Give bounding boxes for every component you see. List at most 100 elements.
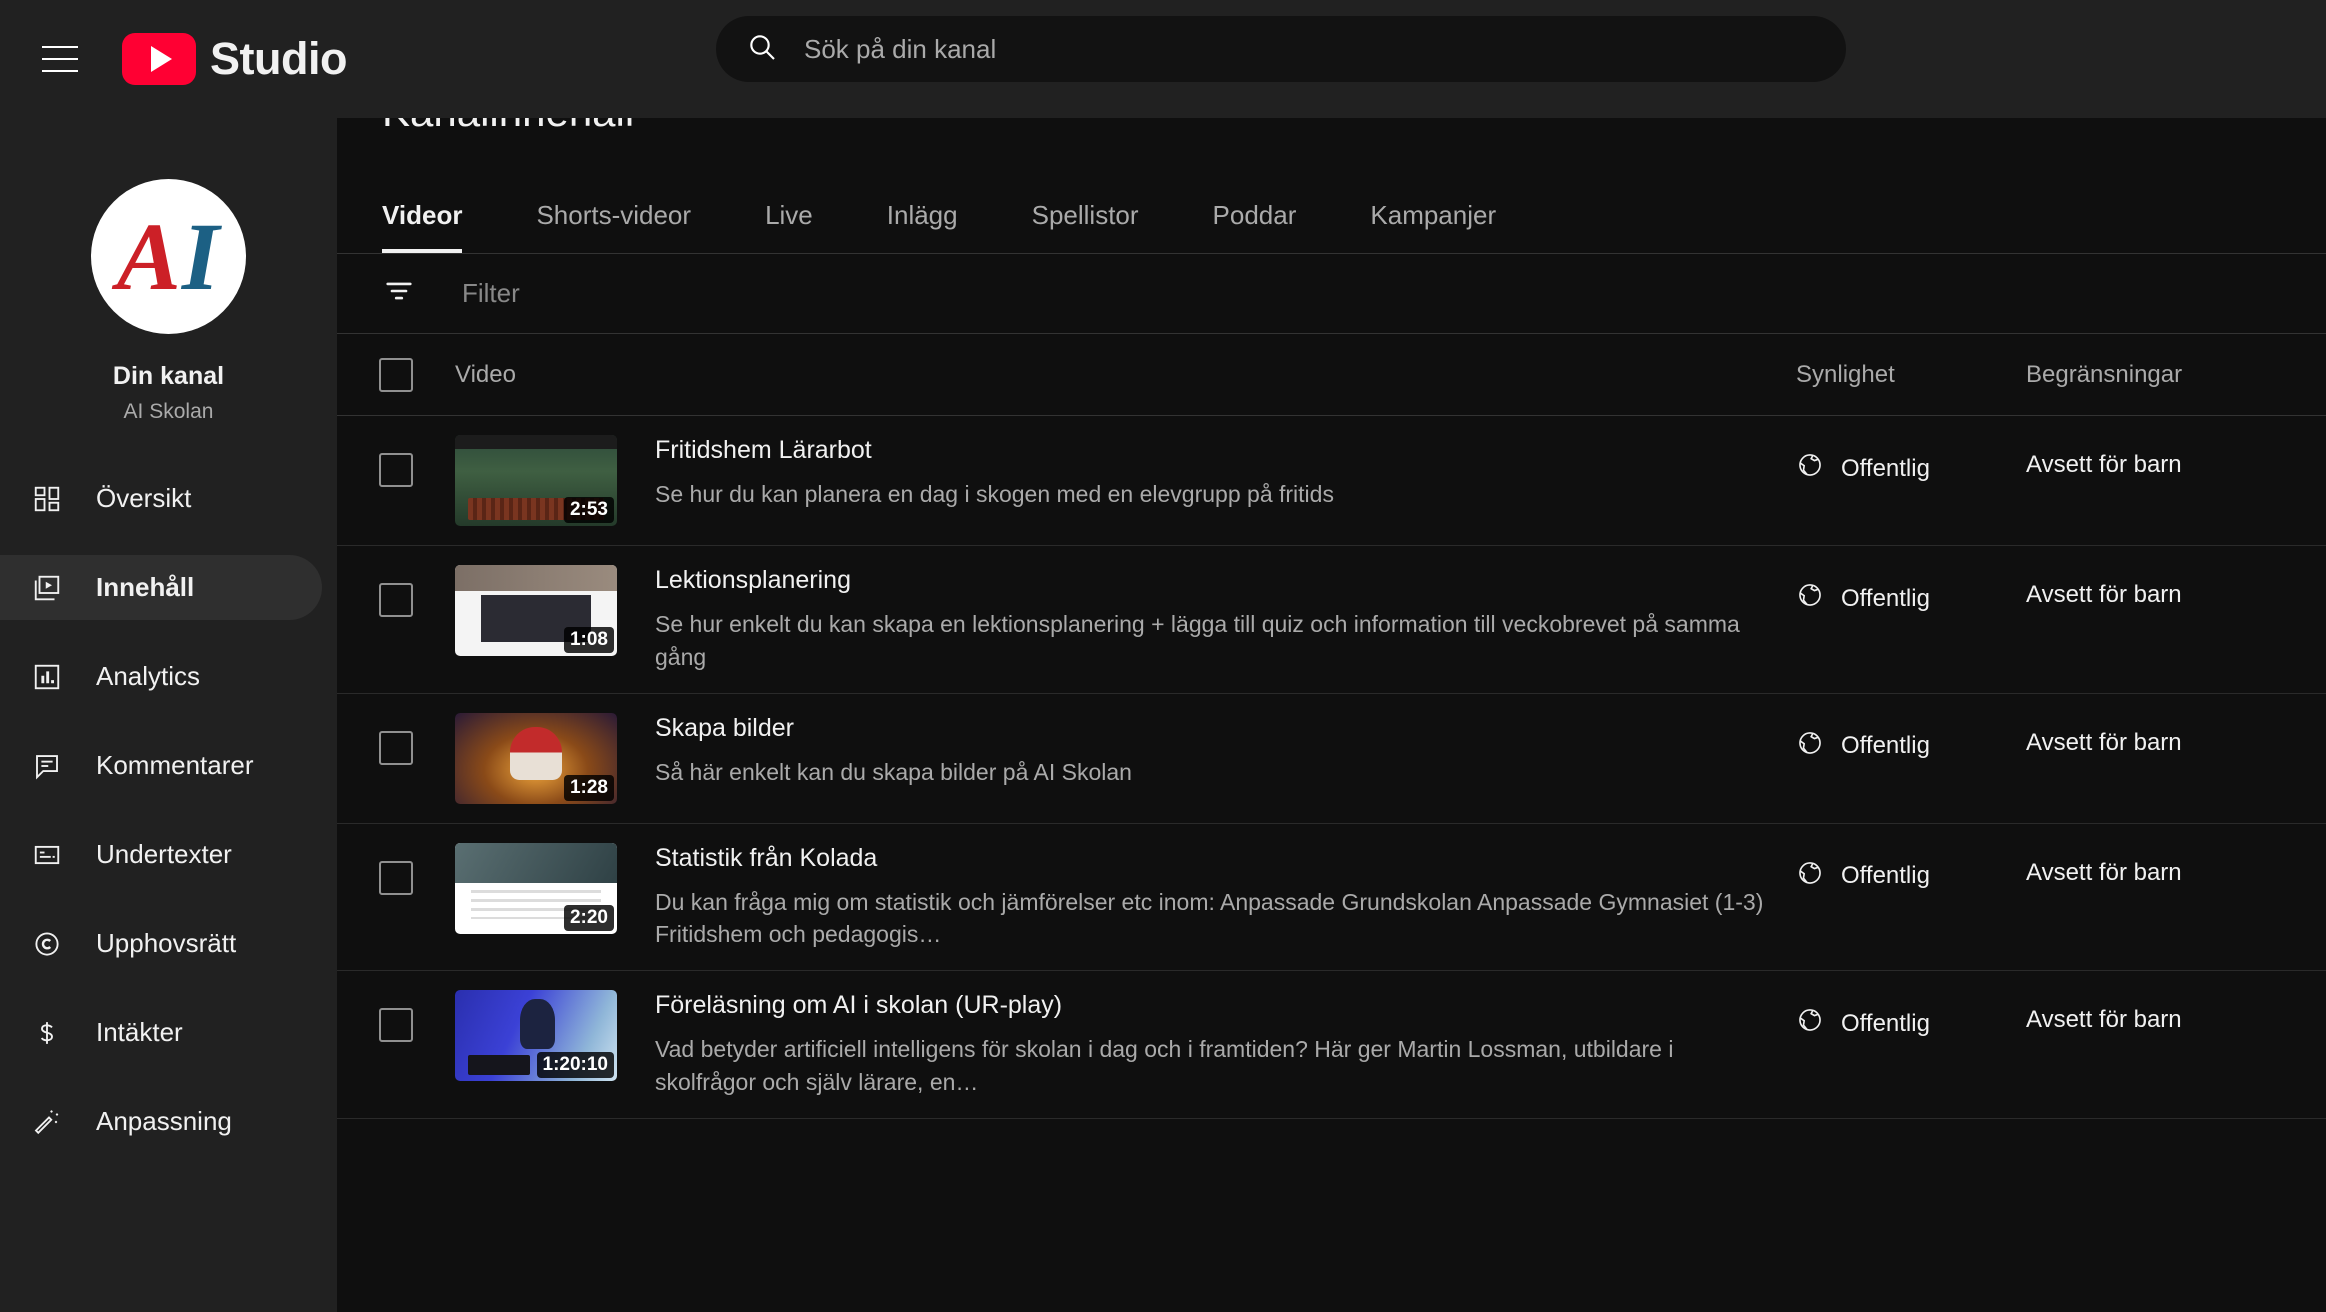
video-meta: Skapa bilder Så här enkelt kan du skapa … [655,713,1796,789]
sidebar-item-label: Analytics [96,661,201,691]
row-select-cell [337,990,455,1043]
tab-shorts-videor[interactable]: Shorts-videor [536,200,691,253]
sidebar-item-label: Innehåll [96,572,195,602]
row-select-cell [337,843,455,895]
row-select-cell [337,713,455,765]
tab-live[interactable]: Live [765,200,813,253]
avatar-letter-a: A [116,202,182,310]
tab-poddar[interactable]: Poddar [1213,200,1297,253]
filter-input[interactable]: Filter [462,278,520,309]
video-duration: 2:53 [563,497,614,523]
video-meta: Föreläsning om AI i skolan (UR-play) Vad… [655,990,1796,1099]
video-duration: 1:08 [563,627,614,653]
table-row[interactable]: 1:20:10 Föreläsning om AI i skolan (UR-p… [337,971,2326,1119]
visibility-cell[interactable]: Offentlig [1796,435,2026,486]
sidebar-item-upphovsratt[interactable]: Upphovsrätt [0,911,322,976]
restriction-label: Avsett för barn [2026,858,2182,886]
video-title[interactable]: Föreläsning om AI i skolan (UR-play) [655,990,1776,1021]
globe-icon [1796,859,1824,894]
studio-wordmark: Studio [210,33,347,84]
sidebar-item-kommentarer[interactable]: Kommentarer [0,733,322,798]
avatar-letter-i: I [181,202,221,310]
restriction-label: Avsett för barn [2026,728,2182,756]
tab-inlagg[interactable]: Inlägg [887,200,958,253]
video-thumbnail[interactable]: 1:28 [455,712,617,804]
tab-kampanjer[interactable]: Kampanjer [1370,200,1496,253]
restrictions-cell: Avsett för barn [2026,713,2326,757]
table-row[interactable]: 1:28 Skapa bilder Så här enkelt kan du s… [337,694,2326,824]
youtube-studio-window: Studio Sök på din kanal A I Din kanal AI… [0,0,2326,1312]
video-title[interactable]: Lektionsplanering [655,565,1776,596]
avatar[interactable]: A I [91,179,246,334]
visibility-cell[interactable]: Offentlig [1796,843,2026,894]
row-checkbox[interactable] [379,453,413,487]
tab-videor[interactable]: Videor [382,200,463,253]
video-cell: 1:20:10 Föreläsning om AI i skolan (UR-p… [455,990,1796,1099]
video-duration: 1:28 [563,774,614,801]
dashboard-icon [28,480,66,518]
row-checkbox[interactable] [379,730,413,765]
video-thumbnail[interactable]: 2:53 [455,435,617,526]
row-checkbox[interactable] [379,860,413,895]
video-title[interactable]: Fritidshem Lärarbot [655,435,1776,466]
video-thumbnail[interactable]: 2:20 [455,842,617,934]
restriction-label: Avsett för barn [2026,451,2182,478]
row-checkbox[interactable] [379,583,413,617]
video-duration: 1:20:10 [536,1052,614,1079]
video-meta: Fritidshem Lärarbot Se hur du kan planer… [655,435,1796,511]
column-header-restrictions: Begränsningar [2026,360,2183,388]
video-title[interactable]: Skapa bilder [655,713,1776,744]
visibility-label: Offentlig [1841,454,1930,482]
video-thumbnail[interactable]: 1:20:10 [455,990,617,1082]
video-cell: 2:20 Statistik från Kolada Du kan fråga … [455,842,1796,952]
globe-icon [1796,729,1824,764]
sidebar-item-analytics[interactable]: Analytics [0,644,322,709]
sidebar-nav: Översikt Innehåll Analytics Kommentarer … [0,466,337,1154]
channel-label: Din kanal [112,362,225,390]
video-description: Så här enkelt kan du skapa bilder på AI … [655,758,1132,785]
visibility-label: Offentlig [1841,584,1930,612]
filter-bar: Filter [337,254,2326,334]
top-bar: Studio Sök på din kanal [0,0,2326,118]
sidebar-item-intakter[interactable]: Intäkter [0,1000,322,1065]
sidebar-item-label: Anpassning [96,1106,232,1136]
video-description: Du kan fråga mig om statistik och jämför… [655,888,1764,948]
sidebar-item-oversikt[interactable]: Översikt [0,466,322,531]
visibility-label: Offentlig [1841,1009,1930,1037]
sidebar-item-undertexter[interactable]: Undertexter [0,822,322,887]
search-input[interactable]: Sök på din kanal [804,34,996,65]
table-row[interactable]: 2:20 Statistik från Kolada Du kan fråga … [337,824,2326,972]
youtube-studio-logo[interactable]: Studio [122,33,347,85]
visibility-cell[interactable]: Offentlig [1796,713,2026,764]
sidebar-item-innehall[interactable]: Innehåll [0,555,322,620]
video-thumbnail[interactable]: 1:08 [455,565,617,656]
restriction-label: Avsett för barn [2026,581,2182,608]
select-all-checkbox[interactable] [379,357,413,392]
row-select-cell [337,565,455,617]
visibility-cell[interactable]: Offentlig [1796,990,2026,1041]
page-title: Kanalinnehåll [337,118,2326,144]
search-bar[interactable]: Sök på din kanal [716,16,1846,82]
globe-icon [1796,451,1824,486]
sidebar-item-label: Översikt [96,483,192,513]
video-description: Se hur du kan planera en dag i skogen me… [655,481,1334,508]
youtube-play-icon [122,33,196,85]
sidebar-item-label: Upphovsrätt [96,928,237,958]
hamburger-menu-icon[interactable] [42,46,78,72]
sidebar-item-anpassning[interactable]: Anpassning [0,1089,322,1154]
row-select-cell [337,435,455,487]
table-row[interactable]: 1:08 Lektionsplanering Se hur enkelt du … [337,546,2326,694]
tab-spellistor[interactable]: Spellistor [1032,200,1139,253]
content-tabs: Videor Shorts-videor Live Inlägg Spellis… [337,158,2326,254]
sidebar-item-label: Undertexter [96,839,232,869]
row-checkbox[interactable] [379,1008,413,1043]
video-title[interactable]: Statistik från Kolada [655,843,1776,874]
table-row[interactable]: 2:53 Fritidshem Lärarbot Se hur du kan p… [337,416,2326,546]
video-duration: 2:20 [563,904,614,931]
video-meta: Lektionsplanering Se hur enkelt du kan s… [655,565,1796,674]
restriction-label: Avsett för barn [2026,1006,2182,1034]
video-content-icon [28,569,66,607]
visibility-cell[interactable]: Offentlig [1796,565,2026,616]
filter-icon[interactable] [382,274,416,313]
restrictions-cell: Avsett för barn [2026,990,2326,1034]
